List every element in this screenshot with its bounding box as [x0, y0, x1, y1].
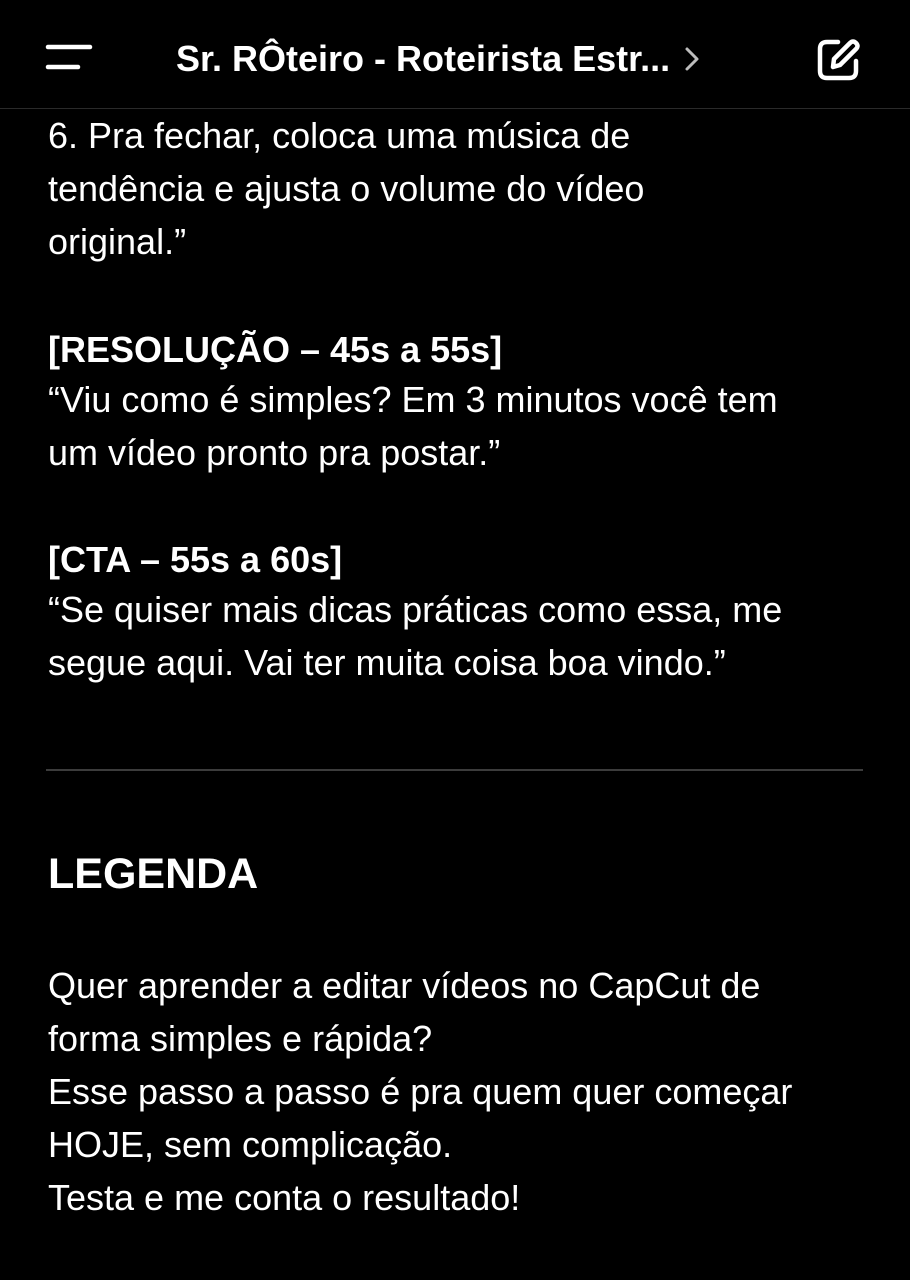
chevron-right-icon	[682, 44, 702, 74]
section-heading-cta: [CTA – 55s a 60s]	[48, 539, 343, 580]
message-line: original.”	[48, 221, 187, 262]
message-line: um vídeo pronto pra postar.”	[48, 432, 501, 473]
new-chat-edit-icon[interactable]	[812, 34, 864, 86]
message-line: 6. Pra fechar, coloca uma música de	[48, 115, 631, 156]
message-line: forma simples e rápida?	[48, 1018, 433, 1059]
message-line: Testa e me conta o resultado!	[48, 1177, 521, 1218]
horizontal-divider	[46, 769, 863, 771]
message-line: segue aqui. Vai ter muita coisa boa vind…	[48, 642, 726, 683]
top-bar: Sr. RÔteiro - Roteirista Estr...	[0, 0, 910, 109]
conversation-title: Sr. RÔteiro - Roteirista Estr...	[176, 38, 671, 79]
message-line: Esse passo a passo é pra quem quer começ…	[48, 1071, 793, 1112]
menu-icon[interactable]	[44, 38, 96, 82]
message-line: Quer aprender a editar vídeos no CapCut …	[48, 965, 761, 1006]
section-heading-legenda: LEGENDA	[48, 850, 259, 898]
section-heading-resolucao: [RESOLUÇÃO – 45s a 55s]	[48, 329, 503, 370]
message-line: tendência e ajusta o volume do vídeo	[48, 168, 645, 209]
message-line: “Se quiser mais dicas práticas como essa…	[48, 589, 783, 630]
conversation-title-button[interactable]: Sr. RÔteiro - Roteirista Estr...	[176, 34, 702, 84]
message-line: HOJE, sem complicação.	[48, 1124, 453, 1165]
message-line: “Viu como é simples? Em 3 minutos você t…	[48, 379, 778, 420]
